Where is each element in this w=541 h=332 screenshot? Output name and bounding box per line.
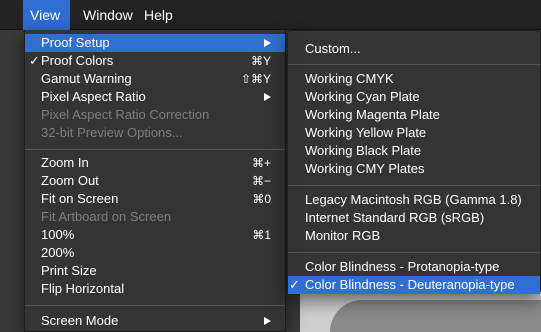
menu-separator <box>25 149 285 150</box>
submenu-arrow-icon <box>264 39 271 47</box>
shortcut-zoom-in: ⌘+ <box>251 156 271 170</box>
menu-item-screen-mode[interactable]: Screen Mode <box>25 312 285 330</box>
submenu-arrow-icon <box>264 93 271 101</box>
menu-item-100-percent[interactable]: 100% ⌘1 <box>25 226 285 244</box>
menu-item-zoom-out[interactable]: Zoom Out ⌘− <box>25 172 285 190</box>
submenu-item-legacy-macintosh-rgb[interactable]: Legacy Macintosh RGB (Gamma 1.8) <box>288 191 540 209</box>
menu-help[interactable]: Help <box>137 0 180 30</box>
menu-item-pixel-aspect-ratio-correction: Pixel Aspect Ratio Correction <box>41 107 210 122</box>
submenu-item-working-yellow-plate[interactable]: Working Yellow Plate <box>288 124 540 142</box>
submenu-item-working-cmy-plates[interactable]: Working CMY Plates <box>288 160 540 178</box>
checkmark-icon: ✓ <box>289 277 300 292</box>
submenu-item-working-cyan-plate[interactable]: Working Cyan Plate <box>288 88 540 106</box>
menu-separator <box>288 252 540 253</box>
submenu-item-internet-standard-rgb[interactable]: Internet Standard RGB (sRGB) <box>288 209 540 227</box>
menu-view[interactable]: View <box>23 0 70 30</box>
menu-item-flip-horizontal[interactable]: Flip Horizontal <box>25 280 285 298</box>
submenu-item-color-blindness-protanopia[interactable]: Color Blindness - Protanopia-type <box>288 258 540 276</box>
menu-item-pixel-aspect-ratio[interactable]: Pixel Aspect Ratio <box>25 88 285 106</box>
submenu-item-working-cmyk[interactable]: Working CMYK <box>288 70 540 88</box>
menu-separator <box>25 305 285 306</box>
menu-item-print-size[interactable]: Print Size <box>25 262 285 280</box>
submenu-item-custom[interactable]: Custom... <box>288 40 540 58</box>
document-image-shadow <box>330 300 541 332</box>
menu-item-fit-on-screen[interactable]: Fit on Screen ⌘0 <box>25 190 285 208</box>
menu-item-fit-artboard-on-screen: Fit Artboard on Screen <box>41 209 172 224</box>
view-menu: Proof Setup ✓ Proof Colors ⌘Y Gamut Warn… <box>24 30 286 332</box>
menu-item-200-percent[interactable]: 200% <box>25 244 285 262</box>
shortcut-100-percent: ⌘1 <box>252 228 271 242</box>
shortcut-proof-colors: ⌘Y <box>250 54 271 68</box>
menu-item-32bit-preview-options: 32-bit Preview Options... <box>41 125 183 140</box>
shortcut-zoom-out: ⌘− <box>251 174 271 188</box>
menu-window[interactable]: Window <box>76 0 140 30</box>
proof-setup-submenu: Custom... Working CMYK Working Cyan Plat… <box>287 30 541 294</box>
submenu-item-monitor-rgb[interactable]: Monitor RGB <box>288 227 540 245</box>
menu-item-zoom-in[interactable]: Zoom In ⌘+ <box>25 154 285 172</box>
submenu-item-working-black-plate[interactable]: Working Black Plate <box>288 142 540 160</box>
submenu-item-color-blindness-deuteranopia[interactable]: ✓ Color Blindness - Deuteranopia-type <box>288 276 540 294</box>
menu-item-proof-setup[interactable]: Proof Setup <box>25 34 285 52</box>
menu-item-gamut-warning[interactable]: Gamut Warning ⇧⌘Y <box>25 70 285 88</box>
submenu-item-working-magenta-plate[interactable]: Working Magenta Plate <box>288 106 540 124</box>
checkmark-icon: ✓ <box>29 53 40 68</box>
submenu-arrow-icon <box>264 317 271 325</box>
menu-item-proof-colors[interactable]: ✓ Proof Colors ⌘Y <box>25 52 285 70</box>
shortcut-gamut-warning: ⇧⌘Y <box>240 72 271 86</box>
menu-separator <box>288 64 540 65</box>
menu-separator <box>288 185 540 186</box>
menu-bar: View Window Help <box>0 0 541 30</box>
shortcut-fit-on-screen: ⌘0 <box>252 192 271 206</box>
